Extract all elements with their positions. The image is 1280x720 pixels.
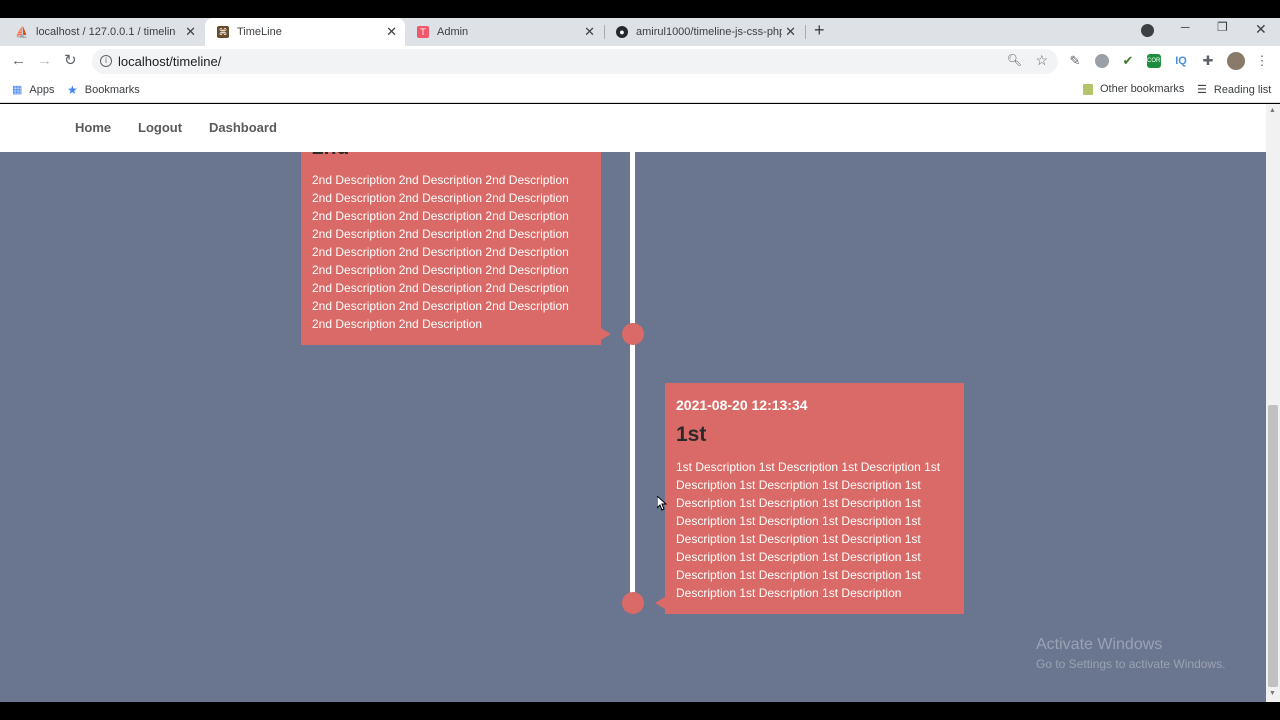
tab-github[interactable]: ● amirul1000/timeline-js-css-php- ✕ [604,18,804,46]
screen-top-strip [0,0,1280,18]
eyedropper-icon[interactable]: ✎ [1068,54,1082,68]
url-text[interactable]: localhost/timeline/ [118,54,221,69]
card-pointer [655,597,665,609]
nav-dashboard-link[interactable]: Dashboard [209,120,277,135]
bookmark-star-icon[interactable]: ☆ [1035,52,1048,69]
tab-separator [805,25,806,39]
screen-bottom-strip [0,702,1280,720]
new-tab-button[interactable]: + [814,21,825,39]
bookmarks-label: Bookmarks [84,84,140,96]
puzzle-icon[interactable]: ✚ [1201,54,1215,68]
bookmarks-folder[interactable]: ★ Bookmarks [67,83,140,97]
desc-line: 2nd Description 2nd Description 2nd Desc… [312,245,569,259]
activate-windows-subtitle: Go to Settings to activate Windows. [1036,657,1226,671]
page-viewport: 2nd 2nd Description 2nd Description 2nd … [0,104,1266,702]
tab-title: localhost / 127.0.0.1 / timeline / t [36,26,176,38]
iq-extension-icon[interactable]: IQ [1174,54,1188,68]
card-description: 1st Description 1st Description 1st Desc… [676,458,940,602]
address-bar[interactable]: i localhost/timeline/ 🔍︎ ☆ [92,49,1058,74]
reload-icon[interactable]: ↻ [64,53,77,68]
tab-title: amirul1000/timeline-js-css-php- [636,26,782,38]
desc-line: Description 1st Description 1st Descript… [676,568,921,582]
close-icon[interactable]: ✕ [584,25,595,38]
tab-timeline[interactable]: ⌘ TimeLine ✕ [205,18,405,46]
desc-line: Description 1st Description 1st Descript… [676,478,921,492]
extension-globe-icon[interactable] [1095,54,1109,68]
activate-windows-title: Activate Windows [1036,636,1163,653]
desc-line: Description 1st Description 1st Descript… [676,514,921,528]
timeline-dot [622,323,644,345]
page-scrollbar[interactable]: ▲ ▼ [1266,104,1280,702]
desc-line: 2nd Description 2nd Description 2nd Desc… [312,299,569,313]
scroll-down-arrow-icon[interactable]: ▼ [1269,690,1276,697]
bookmarks-bar: ▦ Apps ★ Bookmarks Other bookmarks ☰ Rea… [0,77,1280,103]
timeline-line [630,152,635,595]
forward-icon[interactable]: → [37,53,52,68]
zoom-icon[interactable]: 🔍︎ [1007,53,1022,67]
desc-line: Description 1st Description 1st Descript… [676,586,902,600]
avatar[interactable] [1227,52,1245,70]
tab-phpmyadmin[interactable]: ⛵ localhost / 127.0.0.1 / timeline / t ✕ [4,18,204,46]
site-favicon-icon: ⌘ [217,26,229,38]
tab-title: Admin [437,26,469,38]
restore-icon[interactable]: ❐ [1217,20,1228,34]
timeline-card-1st: 2021-08-20 12:13:34 1st 1st Description … [665,383,964,614]
apps-shortcut[interactable]: ▦ Apps [12,83,55,97]
browser-tab-bar: ⛵ localhost / 127.0.0.1 / timeline / t ✕… [0,18,1280,46]
browser-toolbar: ← → ↻ i localhost/timeline/ 🔍︎ ☆ ✎ ✔ COR… [0,46,1280,77]
reading-list-label: Reading list [1213,83,1272,96]
card-heading: 1st [676,423,707,446]
tab-admin[interactable]: T Admin ✕ [405,18,603,46]
card-description: 2nd Description 2nd Description 2nd Desc… [312,171,569,333]
other-bookmarks-folder[interactable]: Other bookmarks [1083,83,1184,95]
nav-logout-link[interactable]: Logout [138,120,182,135]
close-icon[interactable]: ✕ [785,25,796,38]
desc-line: 2nd Description 2nd Description 2nd Desc… [312,281,569,295]
card-date: 2021-08-20 12:13:34 [676,397,808,413]
mouse-cursor-icon [657,496,667,511]
timeline-dot [622,592,644,614]
desc-line: 2nd Description 2nd Description 2nd Desc… [312,227,569,241]
desc-line: Description 1st Description 1st Descript… [676,532,921,546]
info-icon[interactable]: i [100,55,112,67]
back-icon[interactable]: ← [11,53,26,68]
phpmyadmin-icon: ⛵ [15,26,29,39]
card-pointer [601,328,611,340]
desc-line: 2nd Description 2nd Description [312,317,483,331]
scroll-thumb[interactable] [1268,405,1278,687]
timeline-card-2nd: 2nd 2nd Description 2nd Description 2nd … [301,131,601,345]
minimize-icon[interactable]: ─ [1181,20,1190,34]
desc-line: 2nd Description 2nd Description 2nd Desc… [312,173,569,187]
admin-t-icon: T [417,26,429,38]
window-close-icon[interactable]: ✕ [1255,21,1267,38]
tab-search-icon[interactable] [1141,24,1154,37]
github-icon: ● [616,26,628,38]
nav-home-link[interactable]: Home [75,120,111,135]
menu-kebab-icon[interactable]: ⋮ [1255,54,1269,68]
apps-label: Apps [29,83,55,96]
desc-line: 2nd Description 2nd Description 2nd Desc… [312,191,569,205]
extension-check-icon[interactable]: ✔ [1121,54,1135,68]
desc-line: 2nd Description 2nd Description 2nd Desc… [312,209,569,223]
other-bookmarks-label: Other bookmarks [1100,83,1185,95]
desc-line: Description 1st Description 1st Descript… [676,550,921,564]
desc-line: Description 1st Description 1st Descript… [676,496,921,510]
folder-icon [1083,83,1093,95]
desc-line: 1st Description 1st Description 1st Desc… [676,460,941,474]
reading-list-button[interactable]: ☰ Reading list [1197,83,1272,97]
tab-title: TimeLine [237,26,282,38]
desc-line: 2nd Description 2nd Description 2nd Desc… [312,263,569,277]
cors-extension-icon[interactable]: CORS [1147,54,1164,68]
bookmarks-star-icon: ★ [67,83,78,97]
close-icon[interactable]: ✕ [185,25,196,38]
apps-grid-icon: ▦ [12,84,23,96]
reading-list-icon: ☰ [1197,84,1207,96]
site-navbar: Home Logout Dashboard [0,104,1266,152]
close-icon[interactable]: ✕ [386,25,397,38]
scroll-up-arrow-icon[interactable]: ▲ [1269,107,1276,114]
